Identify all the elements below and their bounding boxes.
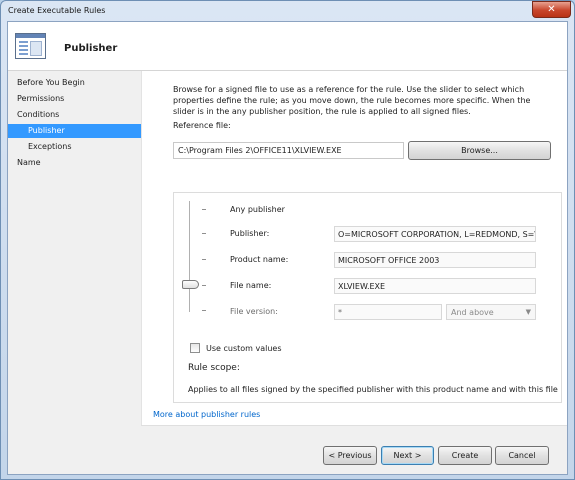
rule-scope-text: Applies to all files signed by the speci… bbox=[188, 385, 558, 394]
step-exceptions[interactable]: Exceptions bbox=[8, 140, 141, 154]
wizard-header: Publisher bbox=[8, 22, 567, 71]
publisher-label: Publisher: bbox=[230, 229, 270, 238]
version-comparison-select[interactable]: And above ▼ bbox=[446, 304, 536, 320]
use-custom-values-checkbox[interactable] bbox=[190, 343, 200, 353]
chevron-down-icon: ▼ bbox=[525, 308, 531, 316]
publisher-properties-group: Any publisher Publisher: O=MICROSOFT COR… bbox=[173, 192, 562, 403]
step-publisher[interactable]: Publisher bbox=[8, 124, 141, 138]
dialog-window: Create Executable Rules ✕ Publisher Befo… bbox=[0, 0, 575, 480]
file-version-label: File version: bbox=[230, 307, 278, 316]
version-comparison-value: And above bbox=[451, 308, 494, 317]
more-about-publisher-rules-link[interactable]: More about publisher rules bbox=[153, 410, 260, 419]
slider-thumb[interactable] bbox=[182, 280, 199, 289]
wizard-page-icon bbox=[15, 33, 46, 59]
slider-tick bbox=[202, 310, 206, 311]
product-name-label: Product name: bbox=[230, 255, 289, 264]
title-bar[interactable]: Create Executable Rules ✕ bbox=[1, 1, 574, 21]
file-version-field[interactable]: * bbox=[334, 304, 442, 320]
next-button[interactable]: Next > bbox=[381, 446, 434, 465]
slider-track[interactable] bbox=[189, 201, 191, 312]
slider-tick bbox=[202, 233, 206, 234]
step-name[interactable]: Name bbox=[8, 156, 141, 170]
step-permissions[interactable]: Permissions bbox=[8, 92, 141, 106]
page-title: Publisher bbox=[64, 43, 118, 54]
cancel-button[interactable]: Cancel bbox=[495, 446, 549, 465]
window-title: Create Executable Rules bbox=[8, 6, 106, 15]
close-button[interactable]: ✕ bbox=[532, 1, 571, 18]
step-before-you-begin[interactable]: Before You Begin bbox=[8, 76, 141, 90]
footer-divider bbox=[141, 425, 567, 426]
previous-button[interactable]: < Previous bbox=[323, 446, 377, 465]
publisher-field[interactable]: O=MICROSOFT CORPORATION, L=REDMOND, S=\ bbox=[334, 226, 536, 242]
browse-button[interactable]: Browse... bbox=[408, 141, 551, 160]
intro-text: Browse for a signed file to use as a ref… bbox=[173, 85, 531, 116]
use-custom-values-label[interactable]: Use custom values bbox=[206, 344, 282, 353]
slider-tick bbox=[202, 259, 206, 260]
rule-scope-label: Rule scope: bbox=[188, 363, 240, 373]
reference-file-input[interactable]: C:\Program Files 2\OFFICE11\XLVIEW.EXE bbox=[173, 142, 404, 159]
content-panel: Browse for a signed file to use as a ref… bbox=[141, 71, 567, 425]
slider-tick bbox=[202, 285, 206, 286]
product-name-field[interactable]: MICROSOFT OFFICE 2003 bbox=[334, 252, 536, 268]
slider-tick bbox=[202, 209, 206, 210]
create-button[interactable]: Create bbox=[438, 446, 492, 465]
reference-file-label: Reference file: bbox=[173, 121, 231, 130]
any-publisher-label: Any publisher bbox=[230, 205, 285, 214]
file-name-label: File name: bbox=[230, 281, 272, 290]
dialog-client-area: Publisher Before You Begin Permissions C… bbox=[7, 21, 568, 475]
file-name-field[interactable]: XLVIEW.EXE bbox=[334, 278, 536, 294]
step-conditions[interactable]: Conditions bbox=[8, 108, 141, 122]
